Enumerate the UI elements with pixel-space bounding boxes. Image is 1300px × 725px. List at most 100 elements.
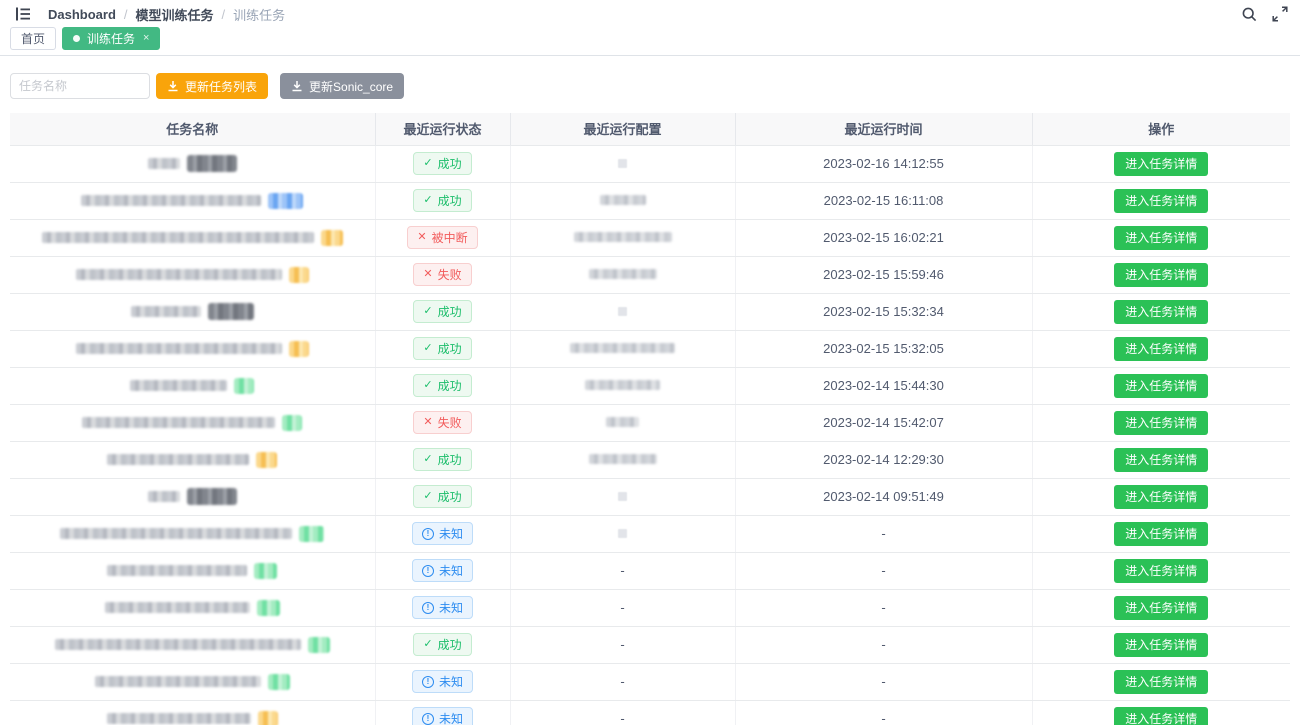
redacted-name-text (60, 528, 292, 539)
table-row: ✓成功2023-02-14 09:51:49进入任务详情 (10, 478, 1290, 515)
task-name-cell (10, 515, 375, 552)
enter-task-detail-button[interactable]: 进入任务详情 (1114, 633, 1208, 657)
table-row: ✓成功2023-02-14 15:44:30进入任务详情 (10, 367, 1290, 404)
enter-task-detail-button[interactable]: 进入任务详情 (1114, 707, 1208, 725)
config-cell: - (510, 663, 735, 700)
config-cell: - (510, 589, 735, 626)
enter-task-detail-button[interactable]: 进入任务详情 (1114, 596, 1208, 620)
tab-training-tasks[interactable]: 训练任务 × (62, 27, 160, 50)
enter-task-detail-button[interactable]: 进入任务详情 (1114, 448, 1208, 472)
task-name-input[interactable] (10, 73, 150, 99)
enter-task-detail-button[interactable]: 进入任务详情 (1114, 189, 1208, 213)
redacted-blue-tag (268, 193, 303, 209)
task-name-cell (10, 330, 375, 367)
status-badge: ✓成功 (413, 633, 471, 656)
status-label: 被中断 (432, 232, 468, 244)
status-cell: ✕失败 (375, 256, 510, 293)
tab-home[interactable]: 首页 (10, 27, 56, 50)
breadcrumb-item-training-tasks: 训练任务 (233, 5, 285, 24)
run-time-cell: 2023-02-16 14:12:55 (735, 145, 1032, 182)
enter-task-detail-button[interactable]: 进入任务详情 (1114, 522, 1208, 546)
status-label: 成功 (438, 491, 462, 503)
action-cell: 进入任务详情 (1032, 330, 1290, 367)
redacted-task-name (105, 600, 280, 616)
redacted-name-text (105, 602, 250, 613)
redacted-dark-tag (187, 155, 237, 172)
run-time-cell: 2023-02-15 15:59:46 (735, 256, 1032, 293)
run-time-value: 2023-02-16 14:12:55 (823, 156, 944, 171)
status-unknown-icon: ! (422, 565, 434, 577)
run-time-value: 2023-02-15 16:11:08 (824, 193, 944, 208)
status-label: 未知 (439, 565, 463, 577)
tab-close-icon[interactable]: × (143, 33, 149, 44)
header-last-run-config: 最近运行配置 (510, 113, 735, 145)
redacted-green-tag (254, 563, 277, 579)
redacted-config-text (606, 417, 639, 427)
enter-task-detail-button[interactable]: 进入任务详情 (1114, 670, 1208, 694)
status-cell: !未知 (375, 663, 510, 700)
status-badge: ✕失败 (413, 263, 471, 286)
redacted-task-name (131, 303, 254, 320)
redacted-task-name (130, 378, 254, 394)
status-label: 成功 (438, 306, 462, 318)
action-cell: 进入任务详情 (1032, 441, 1290, 478)
redacted-green-tag (257, 600, 280, 616)
breadcrumb-item-model-training[interactable]: 模型训练任务 (136, 5, 214, 24)
status-cell: !未知 (375, 700, 510, 725)
redacted-name-text (131, 306, 201, 317)
header-actions: 操作 (1032, 113, 1290, 145)
run-time-cell: 2023-02-14 12:29:30 (735, 441, 1032, 478)
status-label: 失败 (438, 417, 462, 429)
status-cell: ✓成功 (375, 293, 510, 330)
status-badge: ✓成功 (413, 485, 471, 508)
run-time-cell: - (735, 700, 1032, 725)
status-label: 成功 (438, 639, 462, 651)
redacted-task-name (82, 415, 302, 431)
run-time-value: - (881, 563, 885, 578)
enter-task-detail-button[interactable]: 进入任务详情 (1114, 263, 1208, 287)
enter-task-detail-button[interactable]: 进入任务详情 (1114, 226, 1208, 250)
status-label: 成功 (438, 158, 462, 170)
enter-task-detail-button[interactable]: 进入任务详情 (1114, 411, 1208, 435)
table-row: !未知-进入任务详情 (10, 515, 1290, 552)
update-task-list-button[interactable]: 更新任务列表 (156, 73, 268, 99)
update-sonic-core-button[interactable]: 更新Sonic_core (280, 73, 404, 99)
status-badge: ✓成功 (413, 337, 471, 360)
breadcrumb-item-dashboard[interactable]: Dashboard (48, 7, 116, 22)
redacted-task-name (42, 230, 343, 246)
enter-task-detail-button[interactable]: 进入任务详情 (1114, 337, 1208, 361)
config-cell (510, 441, 735, 478)
fullscreen-icon[interactable] (1272, 6, 1288, 22)
status-badge: ✕ 失败 (413, 411, 471, 434)
run-time-cell: - (735, 552, 1032, 589)
enter-task-detail-button[interactable]: 进入任务详情 (1114, 300, 1208, 324)
redacted-name-text (82, 417, 275, 428)
enter-task-detail-button[interactable]: 进入任务详情 (1114, 152, 1208, 176)
action-cell: 进入任务详情 (1032, 663, 1290, 700)
status-label: 失败 (438, 269, 462, 281)
collapse-sidebar-icon[interactable] (14, 5, 32, 23)
action-cell: 进入任务详情 (1032, 478, 1290, 515)
task-name-cell (10, 367, 375, 404)
config-empty-value: - (620, 711, 624, 725)
enter-task-detail-button[interactable]: 进入任务详情 (1114, 374, 1208, 398)
redacted-yellow-tag (256, 452, 277, 468)
redacted-name-text (107, 713, 251, 724)
run-time-value: 2023-02-15 16:02:21 (823, 230, 944, 245)
config-empty-value: - (620, 637, 624, 652)
redacted-dark-tag (208, 303, 254, 320)
redacted-name-text (107, 565, 247, 576)
status-badge: ! 未知 (412, 559, 473, 582)
config-cell (510, 367, 735, 404)
table-row: ✓成功 2023-02-15 15:32:05 进入任务详情 (10, 330, 1290, 367)
status-badge: !未知 (412, 522, 473, 545)
run-time-cell: 2023-02-15 15:32:05 (735, 330, 1032, 367)
enter-task-detail-button[interactable]: 进入任务详情 (1114, 559, 1208, 583)
status-error-icon: ✕ (423, 417, 432, 428)
enter-task-detail-button[interactable]: 进入任务详情 (1114, 485, 1208, 509)
task-name-cell (10, 219, 375, 256)
run-time-cell: - (735, 589, 1032, 626)
breadcrumb-separator: / (124, 7, 128, 22)
redacted-task-name (107, 452, 277, 468)
search-icon[interactable] (1241, 6, 1258, 23)
